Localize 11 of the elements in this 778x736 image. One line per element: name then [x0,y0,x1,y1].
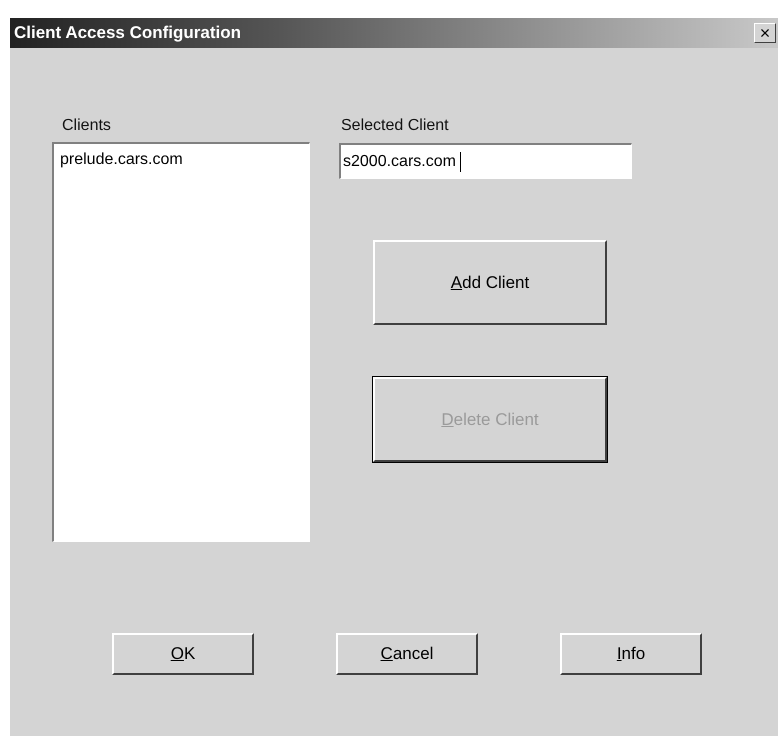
action-button[interactable]: Add Client [373,240,607,325]
selected-client-label: Selected Client [341,116,450,136]
dialog-button[interactable]: Info [560,633,702,675]
selected-client-field[interactable]: s2000.cars.com [339,143,632,179]
clients-list[interactable]: prelude.cars.com [52,142,310,542]
client-list-item[interactable]: prelude.cars.com [58,148,185,172]
dialog-button[interactable]: OK [112,633,254,675]
dialog-button[interactable]: Cancel [336,633,478,675]
close-button[interactable]: × [754,23,776,43]
window-title: Client Access Configuration [14,22,242,44]
clients-label: Clients [62,116,112,136]
